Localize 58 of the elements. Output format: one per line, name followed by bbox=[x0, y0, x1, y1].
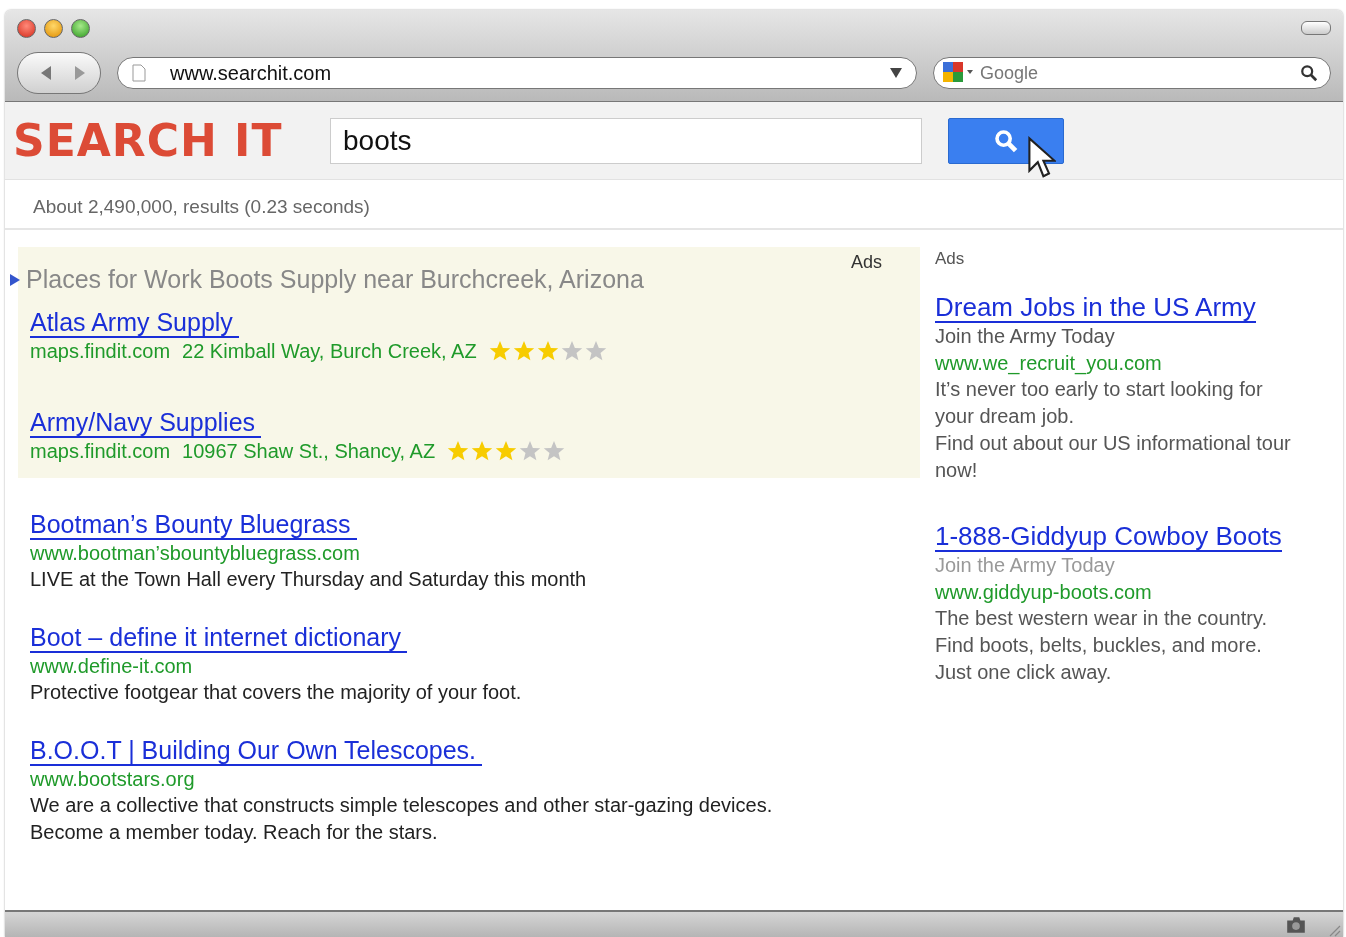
star-icon bbox=[584, 340, 607, 362]
ad-tagline: Join the Army Today bbox=[935, 324, 1116, 349]
close-button[interactable] bbox=[17, 18, 36, 38]
ad-url: www.giddyup-boots.com bbox=[935, 580, 1153, 605]
search-field[interactable]: boots bbox=[330, 117, 922, 164]
result-link[interactable]: Boot – define it internet dictionary bbox=[30, 623, 408, 653]
star-icon bbox=[471, 440, 494, 462]
ad-text: Find boots, belts, buckles, and more. bbox=[935, 633, 1263, 658]
result-address: 22 Kimball Way, Burch Creek, AZ bbox=[182, 339, 477, 364]
ads-label: Ads bbox=[935, 249, 966, 269]
result-snippet: LIVE at the Town Hall every Thursday and Saturday this month bbox=[30, 567, 588, 592]
star-icon bbox=[512, 340, 535, 362]
result-stats: About 2,490,000, results (0.23 seconds) bbox=[32, 195, 371, 219]
address-field[interactable]: www.searchit.com bbox=[117, 57, 917, 89]
site-logo[interactable]: SEARCH IT bbox=[13, 115, 330, 166]
search-icon bbox=[994, 128, 1018, 153]
ad-tagline: Join the Army Today bbox=[935, 553, 1116, 578]
result-url: www.define-it.com bbox=[30, 654, 194, 679]
star-icon bbox=[519, 440, 542, 462]
zoom-button[interactable] bbox=[71, 18, 90, 38]
resize-grip-icon[interactable] bbox=[1327, 923, 1341, 937]
result-link[interactable]: Army/Navy Supplies bbox=[30, 408, 262, 438]
star-icon bbox=[543, 440, 566, 462]
result-link[interactable]: Bootman’s Bounty Bluegrass bbox=[30, 510, 357, 540]
ad-heading: Places for Work Boots Supply near Burchcreek, Arizona bbox=[26, 265, 644, 294]
star-icon bbox=[536, 340, 559, 362]
web-search-field[interactable]: Google bbox=[933, 57, 1331, 89]
result-source: maps.findit.com bbox=[30, 339, 171, 364]
ad-url: www.we_recruit_you.com bbox=[935, 351, 1163, 376]
cursor-icon bbox=[1028, 135, 1056, 180]
ad-text: Just one click away. bbox=[935, 660, 1113, 685]
minimize-button[interactable] bbox=[44, 18, 63, 38]
expand-arrow-icon[interactable] bbox=[10, 273, 20, 286]
result-snippet: Become a member today. Reach for the stars. bbox=[30, 820, 439, 845]
search-engine-icon bbox=[942, 61, 974, 85]
ad-text: The best western wear in the country. bbox=[935, 606, 1268, 631]
result-url: www.bootman’sbountybluegrass.com bbox=[30, 541, 361, 566]
result-snippet: We are a collective that constructs simple telescopes and other star-gazing devices. bbox=[30, 793, 774, 818]
star-icon bbox=[560, 340, 583, 362]
page-icon bbox=[132, 64, 146, 82]
ad-link[interactable]: Dream Jobs in the US Army bbox=[935, 293, 1256, 323]
star-icon bbox=[495, 440, 518, 462]
back-forward-buttons[interactable] bbox=[17, 52, 101, 94]
search-icon bbox=[1300, 64, 1318, 82]
result-address: 10967 Shaw St., Shancy, AZ bbox=[182, 439, 436, 464]
dropdown-icon bbox=[890, 68, 902, 78]
result-link[interactable]: B.O.O.T | Building Our Own Telescopes. bbox=[30, 736, 483, 766]
ad-link[interactable]: 1-888-Giddyup Cowboy Boots bbox=[935, 522, 1282, 552]
result-source: maps.findit.com bbox=[30, 439, 171, 464]
star-icon bbox=[447, 440, 470, 462]
ad-text: Find out about our US informational tour now! bbox=[935, 431, 1292, 483]
result-snippet: Protective footgear that covers the majority of your foot. bbox=[30, 680, 523, 705]
result-link[interactable]: Atlas Army Supply bbox=[30, 308, 239, 338]
result-url: www.bootstars.org bbox=[30, 767, 196, 792]
toolbar-toggle-button[interactable] bbox=[1301, 21, 1331, 35]
ad-text: It’s never too early to start looking for your dream job. bbox=[935, 377, 1264, 429]
star-icon bbox=[488, 340, 511, 362]
ads-label: Ads bbox=[850, 252, 882, 273]
